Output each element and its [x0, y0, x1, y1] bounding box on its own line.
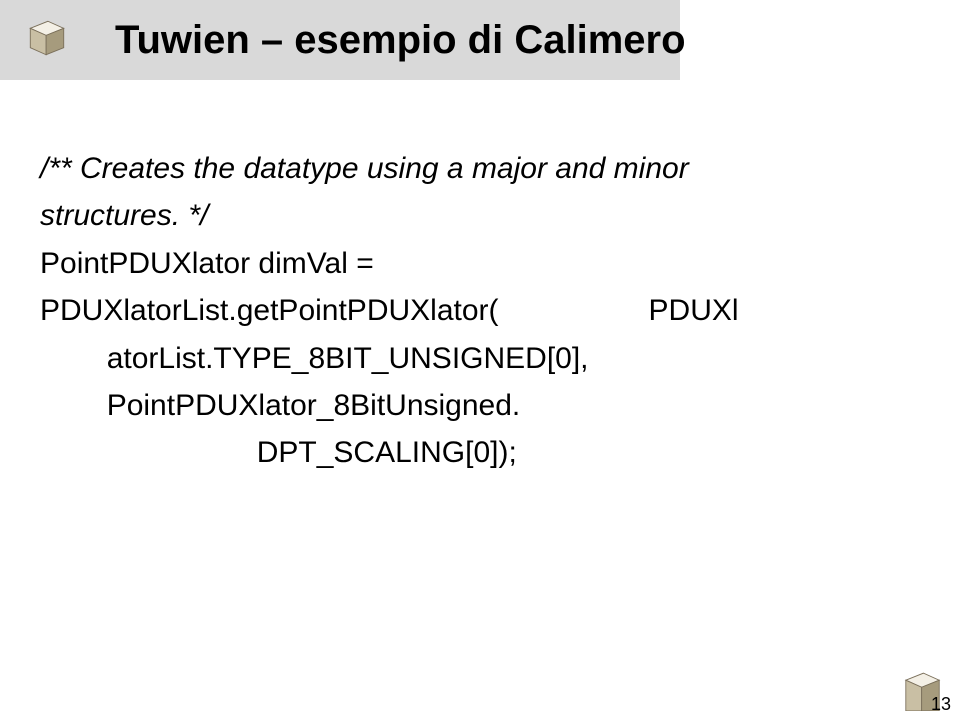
code-line: DPT_SCALING[0]);	[40, 429, 919, 476]
slide: Tuwien – esempio di Calimero /** Creates…	[0, 0, 959, 719]
code-line: PointPDUXlator_8BitUnsigned.	[40, 382, 919, 429]
code-line: PDUXlatorList.getPointPDUXlator( PDUXl	[40, 287, 919, 334]
title-bar: Tuwien – esempio di Calimero	[0, 0, 680, 80]
code-line: atorList.TYPE_8BIT_UNSIGNED[0],	[40, 335, 919, 382]
code-comment-line: /** Creates the datatype using a major a…	[40, 145, 919, 192]
code-comment-line: structures. */	[40, 192, 919, 239]
cube-icon	[25, 16, 69, 60]
code-block: /** Creates the datatype using a major a…	[40, 145, 919, 477]
slide-title: Tuwien – esempio di Calimero	[115, 18, 686, 63]
code-line: PointPDUXlator dimVal =	[40, 240, 919, 287]
page-number: 13	[931, 694, 951, 715]
